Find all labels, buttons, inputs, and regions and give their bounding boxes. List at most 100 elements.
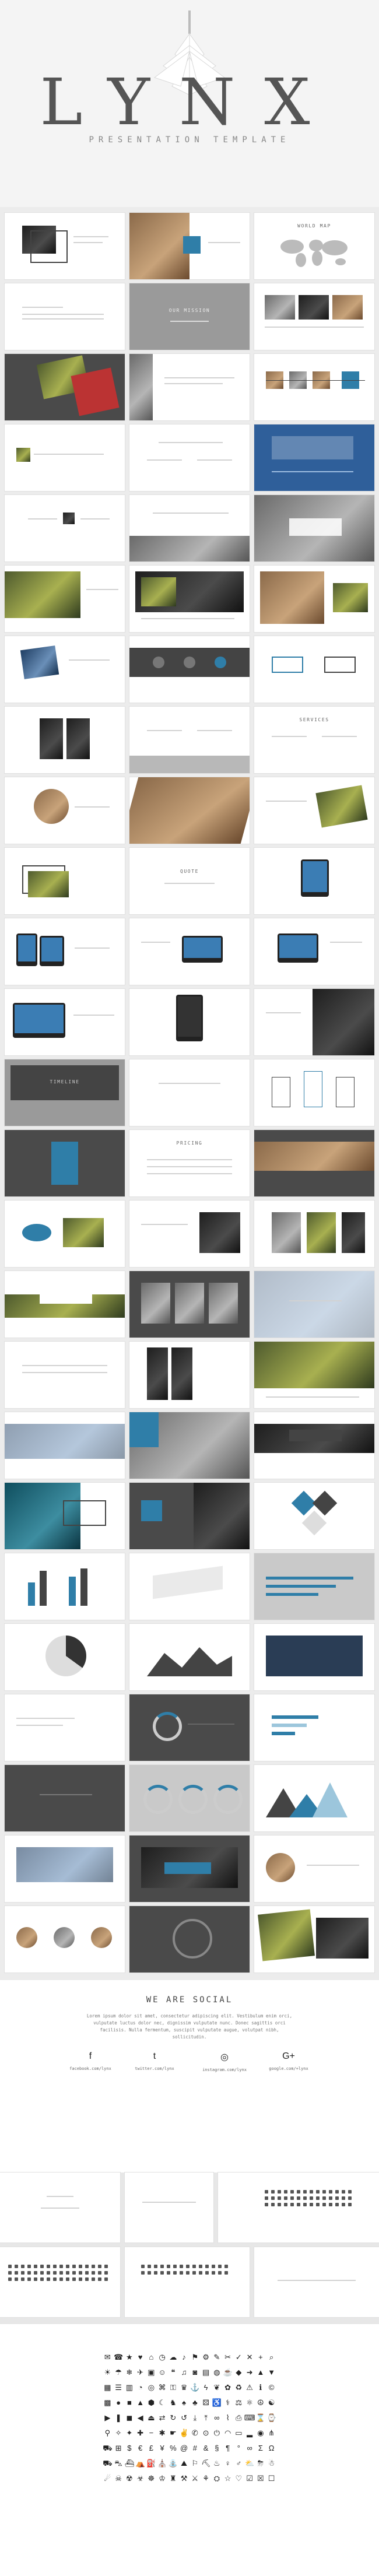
slide-thumbnail[interactable] — [129, 1483, 250, 1549]
slide-thumbnail[interactable] — [5, 1412, 125, 1479]
slide-thumbnail[interactable] — [129, 354, 250, 420]
slide-thumbnail[interactable] — [254, 636, 374, 703]
slide-thumbnail[interactable] — [254, 1412, 374, 1479]
slide-thumbnail[interactable] — [5, 1342, 125, 1408]
slide-thumbnail[interactable]: TIMELINE — [5, 1059, 125, 1126]
social-link-google-plus[interactable]: G+ google.com/+lynx — [254, 2051, 324, 2071]
slide-thumbnail[interactable] — [254, 1130, 374, 1196]
slide-thumbnail[interactable]: SERVICES — [254, 707, 374, 773]
slide-thumbnail[interactable]: WORLD MAP — [254, 213, 374, 279]
diamond-icon: ◆ — [236, 2368, 242, 2377]
slide-thumbnail[interactable] — [129, 424, 250, 491]
slide-thumbnail[interactable] — [254, 1836, 374, 1902]
slide-thumbnail[interactable] — [129, 777, 250, 844]
slide-thumbnail[interactable] — [5, 777, 125, 844]
slide-thumbnail[interactable] — [5, 707, 125, 773]
slide-thumbnail[interactable] — [5, 636, 125, 703]
slide-thumbnail[interactable] — [129, 1412, 250, 1479]
slide-thumbnail[interactable] — [5, 1201, 125, 1267]
slide-thumbnail[interactable] — [5, 424, 125, 491]
slide-thumbnail[interactable]: QUOTE — [129, 848, 250, 914]
slide-thumbnail[interactable] — [129, 1906, 250, 1973]
slide-thumbnail[interactable] — [129, 1765, 250, 1831]
slide-thumbnail[interactable] — [5, 495, 125, 561]
flower-icon: ✿ — [224, 2383, 231, 2392]
slide-thumbnail[interactable] — [254, 1342, 374, 1408]
slide-thumbnail[interactable] — [129, 1342, 250, 1408]
slide-thumbnail[interactable] — [129, 707, 250, 773]
slide-thumbnail[interactable] — [125, 2247, 250, 2317]
social-link-facebook[interactable]: f facebook.com/lynx — [55, 2051, 125, 2071]
slide-thumbnail[interactable] — [0, 2173, 120, 2242]
slide-thumbnail[interactable] — [5, 283, 125, 350]
slide-thumbnail[interactable] — [254, 777, 374, 844]
slide-thumbnail[interactable] — [254, 1553, 374, 1620]
slide-thumbnail[interactable] — [254, 918, 374, 985]
social-link-twitter[interactable]: t twitter.com/lynx — [120, 2051, 190, 2071]
slide-thumbnail[interactable] — [5, 1906, 125, 1973]
slide-thumbnail[interactable] — [254, 1201, 374, 1267]
lock-icon: ▣ — [148, 2368, 155, 2377]
slide-thumbnail[interactable] — [5, 918, 125, 985]
slide-thumbnail[interactable] — [129, 1694, 250, 1761]
slide-thumbnail[interactable] — [5, 354, 125, 420]
slide-thumbnail[interactable] — [5, 1694, 125, 1761]
slide-thumbnail[interactable] — [254, 1059, 374, 1126]
slide-thumbnail[interactable] — [125, 2173, 213, 2242]
slide-thumbnail[interactable] — [218, 2173, 379, 2242]
slide-thumbnail[interactable] — [5, 1271, 125, 1338]
slide-thumbnail[interactable] — [254, 1271, 374, 1338]
world-map-graphic — [280, 240, 348, 267]
slide-thumbnail[interactable] — [129, 1201, 250, 1267]
slide-thumbnail[interactable] — [129, 1624, 250, 1690]
slide-thumbnail[interactable] — [129, 495, 250, 561]
slide-thumbnail[interactable] — [5, 566, 125, 632]
slide-thumbnail[interactable] — [129, 1553, 250, 1620]
slide-thumbnail[interactable] — [5, 1553, 125, 1620]
slide-thumbnail[interactable] — [254, 989, 374, 1055]
slide-thumbnail[interactable] — [254, 354, 374, 420]
slide-thumbnail[interactable] — [5, 848, 125, 914]
slide-thumbnail[interactable] — [254, 1765, 374, 1831]
dice-icon: ⚄ — [202, 2398, 209, 2407]
slide-thumbnail[interactable] — [254, 1906, 374, 1973]
slide-thumbnail[interactable] — [5, 1765, 125, 1831]
cup-icon: ♨ — [213, 2459, 220, 2468]
slide-thumbnail[interactable] — [129, 989, 250, 1055]
slide-thumbnail[interactable] — [5, 1624, 125, 1690]
pencil-icon: ✎ — [213, 2353, 220, 2361]
slide-thumbnail[interactable] — [129, 636, 250, 703]
slide-thumbnail[interactable] — [254, 495, 374, 561]
slide-thumbnail[interactable] — [254, 1483, 374, 1549]
slide-thumbnail[interactable] — [129, 566, 250, 632]
slide-thumbnail[interactable] — [129, 918, 250, 985]
slide-thumbnail[interactable] — [254, 848, 374, 914]
star-outline-icon: ☆ — [224, 2474, 231, 2483]
slide-thumbnail[interactable] — [254, 2247, 379, 2317]
slide-thumbnail[interactable] — [129, 1059, 250, 1126]
flower-two-icon: ⚘ — [202, 2474, 209, 2483]
watch-icon: ⌚ — [266, 2413, 276, 2422]
slide-thumbnail[interactable] — [254, 1694, 374, 1761]
social-link-instagram[interactable]: ◎ instagram.com/lynx — [190, 2051, 259, 2072]
slide-thumbnail[interactable] — [5, 1836, 125, 1902]
slide-thumbnail[interactable] — [5, 1483, 125, 1549]
slide-thumbnail[interactable] — [0, 2247, 120, 2317]
slide-thumbnail[interactable] — [254, 566, 374, 632]
thumb-icon: ✌ — [179, 2428, 189, 2437]
slide-thumbnail[interactable] — [254, 1624, 374, 1690]
slide-thumbnail[interactable] — [129, 1271, 250, 1338]
slide-thumbnail[interactable] — [5, 213, 125, 279]
slide-thumbnail[interactable]: PRICING — [129, 1130, 250, 1196]
slide-thumbnail[interactable] — [254, 283, 374, 350]
slide-thumbnail[interactable]: OUR MISSION — [129, 283, 250, 350]
slide-thumbnail[interactable] — [254, 424, 374, 491]
social-section: WE ARE SOCIAL Lorem ipsum dolor sit amet… — [0, 1980, 379, 2173]
slide-thumbnail[interactable] — [129, 1836, 250, 1902]
social-handle: google.com/+lynx — [269, 2066, 308, 2071]
scale-icon: ⚖ — [235, 2398, 243, 2407]
slide-thumbnail[interactable] — [5, 989, 125, 1055]
rewind-icon: ◀ — [137, 2413, 143, 2422]
slide-thumbnail[interactable] — [5, 1130, 125, 1196]
slide-thumbnail[interactable] — [129, 213, 250, 279]
